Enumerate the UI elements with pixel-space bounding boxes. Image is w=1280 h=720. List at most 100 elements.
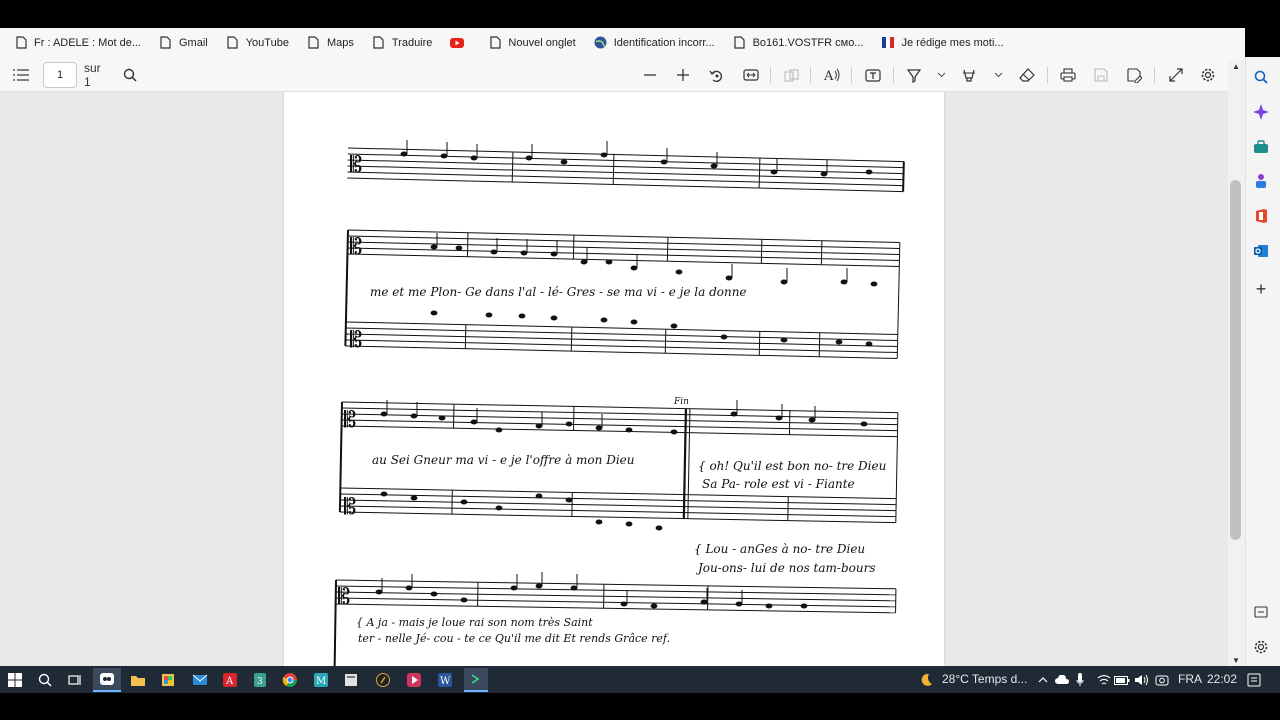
zoom-in-icon[interactable] [673,64,693,86]
language-indicator[interactable]: FRA [1178,672,1202,686]
favorite-identification[interactable]: Identification incorr... [588,32,721,54]
youtube-icon [450,36,465,50]
svg-text:𝄡: 𝄡 [350,235,362,260]
page-icon [733,36,747,50]
page-icon [226,36,240,50]
svg-text:W: W [440,676,451,687]
favorite-bo161[interactable]: Bo161.VOSTFR смо... [727,32,870,54]
favorite-nouvel-onglet[interactable]: Nouvel onglet [482,32,581,54]
terminal-icon[interactable] [464,668,488,692]
clock-time[interactable]: 22:02 [1207,672,1237,686]
page-icon [159,36,173,50]
lyric-line: me et me Plon- Ge dans l'al - lé- Gres -… [370,285,747,299]
favorites-bar: Fr : ADELE : Mot de... Gmail YouTube Map… [0,28,1245,57]
camera-icon[interactable] [1152,670,1172,690]
show-hidden-icons-chevron-icon[interactable] [1033,670,1053,690]
calculator-icon[interactable]: 3 [250,670,270,690]
taskbar-search-icon[interactable] [35,670,55,690]
page-view-icon[interactable] [781,64,801,86]
print-icon[interactable] [1057,64,1079,86]
scroll-up-arrow-icon[interactable]: ▲ [1230,60,1242,72]
favorite-je-redige[interactable]: Je rédige mes moti... [875,32,1009,54]
draw-icon[interactable] [903,64,925,86]
split-screen-icon[interactable] [1250,601,1272,623]
read-aloud-icon[interactable]: A [821,64,843,86]
favorite-youtube-icon-only[interactable] [444,32,476,54]
outlook-icon[interactable] [1250,240,1272,262]
notes-icon[interactable] [341,670,361,690]
scrollbar-thumb[interactable] [1230,180,1241,540]
wifi-icon[interactable] [1094,670,1114,690]
fin-label: Fin [673,397,689,407]
favorite-youtube[interactable]: YouTube [220,32,295,54]
scroll-down-arrow-icon[interactable]: ▼ [1230,654,1242,666]
search-icon[interactable] [120,64,140,86]
toolbar-separator [893,67,894,83]
lyric-line: { Lou - anGes à no- tre Dieu [694,542,865,556]
window-top-bar [0,0,1280,28]
lyric-line: ter - nelle Jé- cou - te ce Qu'il me dit… [358,632,670,645]
globe-icon [594,36,608,50]
lyric-line: Jou-ons- lui de nos tam-bours [695,561,875,575]
settings-gear-icon[interactable] [1197,64,1219,86]
store-icon[interactable] [158,670,178,690]
svg-text:M: M [316,676,326,687]
add-icon[interactable]: + [1250,278,1272,300]
toolbar-separator [770,67,771,83]
favorite-gmail[interactable]: Gmail [153,32,214,54]
favorite-adele[interactable]: Fr : ADELE : Mot de... [8,32,147,54]
favorite-maps[interactable]: Maps [301,32,360,54]
windows-start-icon[interactable] [5,670,25,690]
contents-icon[interactable] [10,64,32,86]
pdf-page: 𝄡 𝄡 𝄡 𝄡 𝄡 𝄡 Fin me et me Plon- Ge dans l'al -… [284,92,944,666]
page-icon [372,36,386,50]
pdf-viewer[interactable]: 𝄡 𝄡 𝄡 𝄡 𝄡 𝄡 Fin me et me Plon- Ge dans l'al -… [0,92,1228,666]
taskbar-app-active[interactable] [93,668,121,692]
media-player-icon[interactable] [404,670,424,690]
lyric-line: { oh! Qu'il est bon no- tre Dieu [698,459,886,473]
office-icon[interactable] [1250,205,1272,227]
lyric-line: Sa Pa- role est vi - Fiante [702,477,855,491]
onedrive-cloud-icon[interactable] [1052,670,1072,690]
microphone-icon[interactable] [1070,670,1090,690]
svg-text:A: A [225,676,234,687]
save-icon[interactable] [1090,64,1112,86]
copilot-sparkle-icon[interactable] [1250,101,1272,123]
task-view-icon[interactable] [65,670,85,690]
svg-text:𝄡: 𝄡 [344,495,356,520]
favorite-traduire[interactable]: Traduire [366,32,439,54]
word-icon[interactable]: W [435,670,455,690]
lyric-line: au Sei Gneur ma vi - e je l'offre à mon … [372,453,635,467]
app-icon-dark[interactable] [373,670,393,690]
app-icon-m[interactable]: M [311,670,331,690]
highlight-icon[interactable] [958,64,980,86]
sidebar-settings-icon[interactable] [1250,636,1272,658]
fullscreen-icon[interactable] [1165,64,1187,86]
rotate-icon[interactable] [706,64,726,86]
file-explorer-icon[interactable] [128,670,148,690]
toolbar-separator [1047,67,1048,83]
battery-icon[interactable] [1112,670,1132,690]
chrome-icon[interactable] [280,670,300,690]
games-icon[interactable] [1250,170,1272,192]
page-total: sur 1 [84,61,101,89]
lyric-line: { A ja - mais je loue rai son nom très S… [356,616,593,629]
svg-text:𝄡: 𝄡 [350,153,362,178]
page-number-input[interactable]: 1 [43,62,77,88]
toolbar-separator [810,67,811,83]
weather-text[interactable]: 28°C Temps d... [942,672,1027,686]
mail-icon[interactable] [190,670,210,690]
screen-bottom-bar [0,693,1280,720]
fit-width-icon[interactable] [740,64,762,86]
chevron-down-icon[interactable] [934,64,948,86]
chevron-down-icon[interactable] [991,64,1005,86]
notifications-icon[interactable] [1244,670,1264,690]
zoom-out-icon[interactable] [640,64,660,86]
shopping-icon[interactable] [1250,136,1272,158]
acrobat-icon[interactable]: A [220,670,240,690]
text-box-icon[interactable] [862,64,884,86]
save-as-icon[interactable] [1123,64,1145,86]
sidebar-search-icon[interactable] [1250,66,1272,88]
eraser-icon[interactable] [1016,64,1038,86]
volume-icon[interactable] [1131,670,1151,690]
